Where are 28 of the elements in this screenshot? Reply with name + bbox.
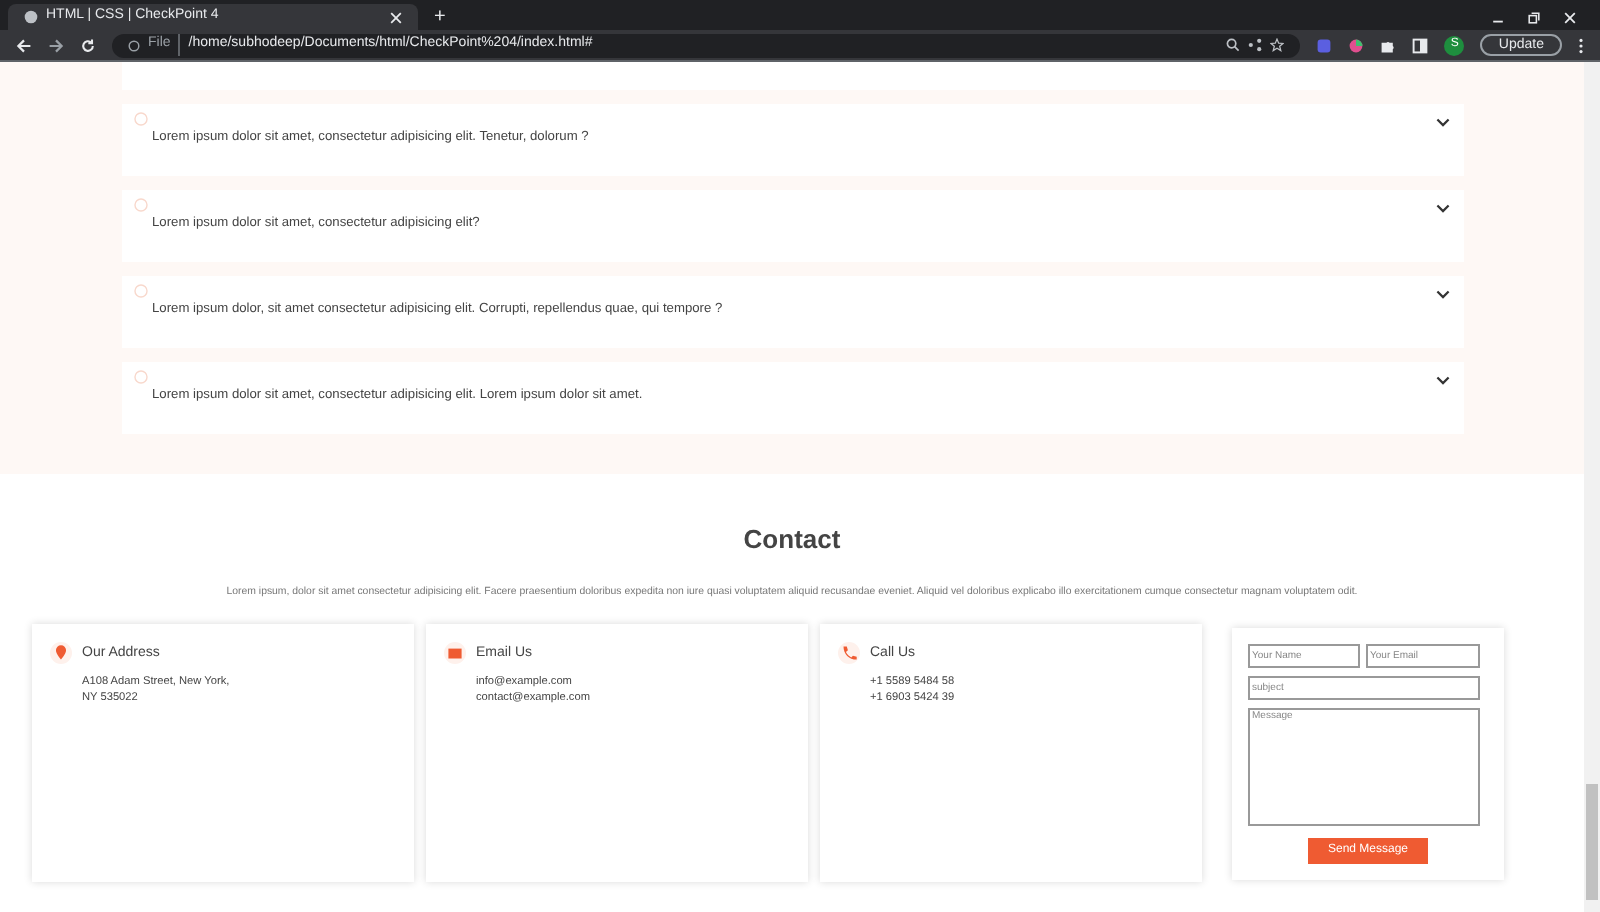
chevron-icon bbox=[1436, 376, 1450, 386]
extension-icon[interactable] bbox=[1316, 37, 1333, 53]
close-icon[interactable] bbox=[1564, 11, 1576, 23]
new-tab-button[interactable]: + bbox=[434, 4, 446, 30]
help-icon bbox=[134, 370, 148, 384]
star-icon[interactable] bbox=[1270, 38, 1285, 52]
info-icon bbox=[128, 39, 140, 51]
share-icon[interactable] bbox=[1248, 38, 1263, 52]
help-icon bbox=[134, 112, 148, 126]
menu-icon[interactable] bbox=[1578, 37, 1584, 53]
location-pin-icon bbox=[50, 642, 72, 665]
chevron-icon bbox=[1436, 204, 1450, 214]
sidebar-icon[interactable] bbox=[1412, 37, 1429, 53]
section-title: Contact bbox=[743, 522, 841, 558]
restore-icon[interactable] bbox=[1528, 11, 1540, 23]
zoom-icon[interactable] bbox=[1226, 38, 1241, 52]
chevron-icon bbox=[1436, 290, 1450, 300]
help-icon bbox=[134, 284, 148, 298]
forward-icon[interactable] bbox=[48, 37, 64, 53]
envelope-icon bbox=[444, 642, 466, 665]
color-wheel-icon[interactable] bbox=[1348, 37, 1365, 53]
back-icon[interactable] bbox=[16, 37, 32, 53]
close-icon[interactable] bbox=[390, 11, 402, 23]
help-icon bbox=[134, 198, 148, 212]
chevron-icon bbox=[1436, 118, 1450, 128]
phone-icon bbox=[838, 642, 860, 665]
scrollbar[interactable] bbox=[1584, 62, 1600, 912]
reload-icon[interactable] bbox=[80, 37, 96, 53]
